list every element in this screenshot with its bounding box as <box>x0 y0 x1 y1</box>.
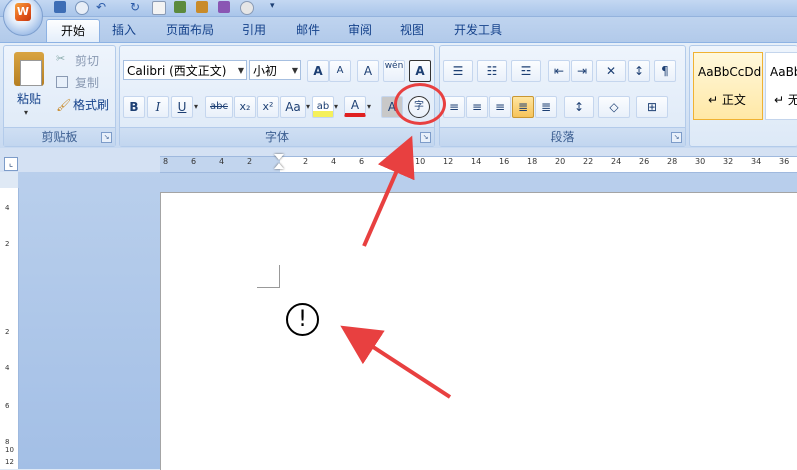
arrow-to-enclosed-character <box>340 325 452 399</box>
office-logo-icon: W <box>15 3 31 21</box>
annotation-arrows <box>340 135 452 399</box>
arrow-to-enclose-button <box>362 135 415 247</box>
